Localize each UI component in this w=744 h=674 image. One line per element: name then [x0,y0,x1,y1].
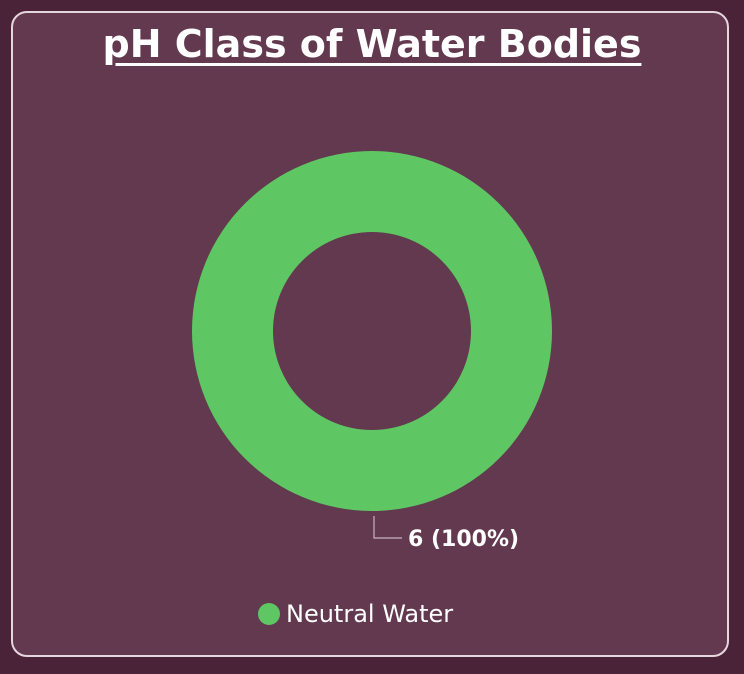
donut-slice-neutral-water[interactable] [192,151,552,511]
donut-chart: 6 (100%) [192,151,552,552]
data-label-leader-line [373,516,402,539]
legend[interactable]: Neutral Water [258,596,453,632]
background: pH Class of Water Bodies 6 (100%) Neutra… [0,0,744,674]
legend-label-neutral-water: Neutral Water [286,600,454,628]
data-label: 6 (100%) [408,527,519,552]
legend-swatch-neutral-water [258,603,280,625]
donut-slices [192,151,552,511]
